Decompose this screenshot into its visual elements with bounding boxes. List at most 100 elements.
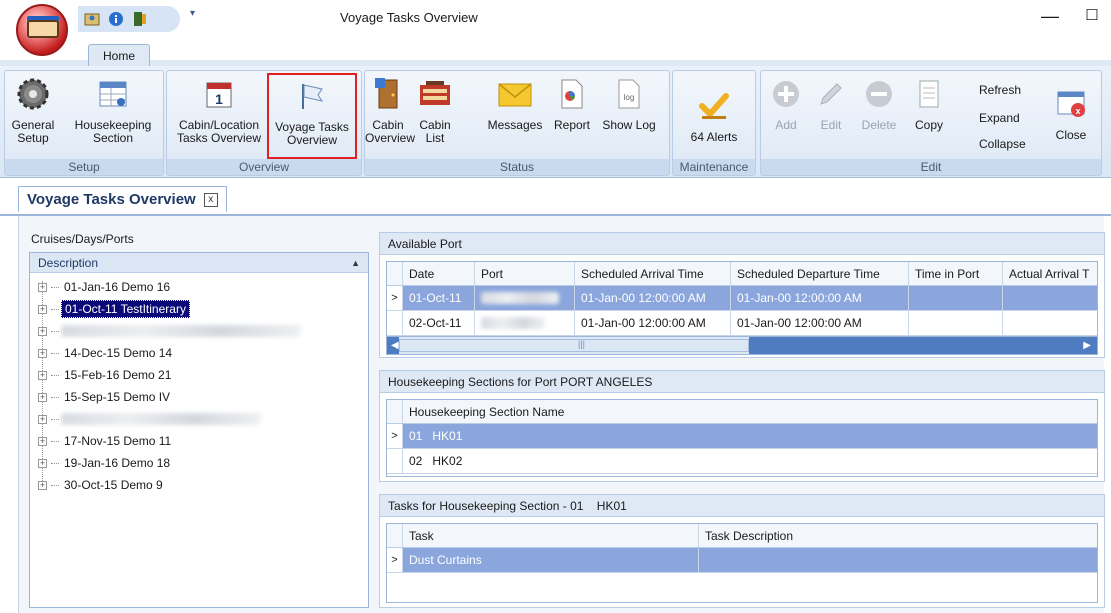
cabin-location-tasks-overview-button[interactable]: 1 Cabin/Location Tasks Overview xyxy=(171,75,267,145)
time-in-port-cell[interactable] xyxy=(909,286,1003,310)
table-row[interactable]: > Dust Curtains xyxy=(387,548,1097,573)
delete-button[interactable]: Delete xyxy=(857,75,901,132)
actual-arrival-cell[interactable] xyxy=(1003,311,1097,335)
date-cell[interactable]: 01-Oct-11 xyxy=(403,286,475,310)
table-row[interactable]: > 01-Oct-11 01-Jan-00 12:00:00 AM 01-Jan… xyxy=(387,286,1097,311)
departure-cell[interactable]: 01-Jan-00 12:00:00 AM xyxy=(731,311,909,335)
cabin-location-label-2: Tasks Overview xyxy=(176,131,262,145)
application-menu-button[interactable] xyxy=(16,4,68,56)
expand-icon[interactable]: + xyxy=(38,370,47,380)
maximize-button[interactable]: ☐ xyxy=(1082,6,1102,26)
cabin-overview-label-2: Overview xyxy=(365,131,416,145)
time-in-port-cell[interactable] xyxy=(909,311,1003,335)
column-header[interactable]: Task xyxy=(403,524,699,547)
column-header[interactable]: Task Description xyxy=(699,524,1097,547)
close-tab-icon[interactable]: x xyxy=(203,192,218,207)
tree-item[interactable]: + 17-Nov-15 Demo 11 xyxy=(30,430,368,452)
show-log-button[interactable]: log Show Log xyxy=(597,75,661,132)
column-header[interactable]: Scheduled Arrival Time xyxy=(575,262,731,285)
tree-item[interactable]: + 15-Sep-15 Demo IV xyxy=(30,386,368,408)
grid-header: Date Port Scheduled Arrival Time Schedul… xyxy=(387,262,1097,286)
expand-icon[interactable]: + xyxy=(38,348,47,358)
tree-item[interactable]: + 15-Feb-16 Demo 21 xyxy=(30,364,368,386)
cabin-list-label-2: List xyxy=(425,131,445,145)
report-button[interactable]: Report xyxy=(549,75,595,132)
tree-item-selected[interactable]: + 01-Oct-11 TestItinerary xyxy=(30,298,368,320)
expand-icon[interactable]: + xyxy=(38,304,47,314)
available-port-panel: Available Port Date Port Scheduled Arriv… xyxy=(379,232,1105,358)
row-indicator-header xyxy=(387,524,403,547)
messages-button[interactable]: Messages xyxy=(485,75,545,132)
collapse-button[interactable]: Collapse xyxy=(979,137,1026,151)
close-button[interactable]: x Close xyxy=(1047,85,1095,142)
tree-item[interactable]: + xyxy=(30,320,368,342)
tree-item[interactable]: + xyxy=(30,408,368,430)
redacted-label xyxy=(61,413,261,425)
log-file-icon: log xyxy=(610,75,648,113)
tab-home[interactable]: Home xyxy=(88,44,150,68)
scroll-left-icon[interactable]: ◀ xyxy=(391,340,399,351)
expand-icon[interactable]: + xyxy=(38,326,47,336)
column-header[interactable]: Scheduled Departure Time xyxy=(731,262,909,285)
departure-cell[interactable]: 01-Jan-00 12:00:00 AM xyxy=(731,286,909,310)
scrollbar-thumb[interactable]: ||| xyxy=(399,339,749,352)
cabin-overview-button[interactable]: Cabin Overview xyxy=(365,75,416,145)
alerts-button[interactable]: 64 Alerts xyxy=(677,87,751,144)
qat-info-icon[interactable] xyxy=(106,9,126,29)
column-header[interactable]: Time in Port xyxy=(909,262,1003,285)
tree-dash xyxy=(51,418,59,420)
tree-item[interactable]: + 30-Oct-15 Demo 9 xyxy=(30,474,368,496)
column-header[interactable]: Port xyxy=(475,262,575,285)
table-row[interactable]: 02 HK02 xyxy=(387,449,1097,474)
add-button[interactable]: Add xyxy=(767,75,805,132)
column-header[interactable]: Housekeeping Section Name xyxy=(403,400,1097,423)
horizontal-scrollbar[interactable]: ◀ ||| ▶ xyxy=(387,336,1097,354)
housekeeping-section-button[interactable]: Housekeeping Section xyxy=(65,75,161,145)
cabin-list-button[interactable]: Cabin List xyxy=(415,75,455,145)
available-port-grid: Date Port Scheduled Arrival Time Schedul… xyxy=(386,261,1098,355)
copy-button[interactable]: Copy xyxy=(909,75,949,132)
expand-button[interactable]: Expand xyxy=(979,111,1020,125)
scroll-right-icon[interactable]: ▶ xyxy=(1083,340,1091,351)
expand-icon[interactable]: + xyxy=(38,480,47,490)
general-setup-button[interactable]: General Setup xyxy=(7,75,59,145)
date-cell[interactable]: 02-Oct-11 xyxy=(403,311,475,335)
scrollbar-track[interactable] xyxy=(749,337,1097,354)
expand-icon[interactable]: + xyxy=(38,392,47,402)
expand-icon[interactable]: + xyxy=(38,414,47,424)
column-header[interactable]: Date xyxy=(403,262,475,285)
general-setup-label-2: Setup xyxy=(17,131,49,145)
column-header[interactable]: Actual Arrival T xyxy=(1003,262,1097,285)
section-number: 02 xyxy=(409,454,423,468)
table-row[interactable]: 02-Oct-11 01-Jan-00 12:00:00 AM 01-Jan-0… xyxy=(387,311,1097,336)
edit-button[interactable]: Edit xyxy=(811,75,851,132)
housekeeping-sections-panel: Housekeeping Sections for Port PORT ANGE… xyxy=(379,370,1105,482)
tree-dash xyxy=(51,330,59,332)
tree-item[interactable]: + 14-Dec-15 Demo 14 xyxy=(30,342,368,364)
document-tab-voyage-tasks[interactable]: Voyage Tasks Overview x xyxy=(18,186,227,212)
qat-customize-dropdown-icon[interactable]: ▾ xyxy=(190,8,195,19)
qat-user-icon[interactable] xyxy=(82,9,102,29)
arrival-cell[interactable]: 01-Jan-00 12:00:00 AM xyxy=(575,311,731,335)
port-cell[interactable] xyxy=(475,311,575,335)
arrival-cell[interactable]: 01-Jan-00 12:00:00 AM xyxy=(575,286,731,310)
tree-column-header[interactable]: Description ▲ xyxy=(30,253,368,273)
tree-item[interactable]: + 01-Jan-16 Demo 16 xyxy=(30,276,368,298)
expand-icon[interactable]: + xyxy=(38,282,47,292)
redacted-label xyxy=(481,292,559,304)
section-name-cell[interactable]: 01 HK01 xyxy=(403,424,1097,448)
tree-item[interactable]: + 19-Jan-16 Demo 18 xyxy=(30,452,368,474)
minimize-button[interactable]: — xyxy=(1040,6,1060,26)
refresh-button[interactable]: Refresh xyxy=(979,83,1021,97)
expand-icon[interactable]: + xyxy=(38,436,47,446)
expand-icon[interactable]: + xyxy=(38,458,47,468)
task-description-cell[interactable] xyxy=(699,548,1097,572)
actual-arrival-cell[interactable] xyxy=(1003,286,1097,310)
section-name-cell[interactable]: 02 HK02 xyxy=(403,449,1097,473)
table-row[interactable]: > 01 HK01 xyxy=(387,424,1097,449)
qat-exit-icon[interactable] xyxy=(130,9,150,29)
row-indicator: > xyxy=(387,424,403,448)
port-cell[interactable] xyxy=(475,286,575,310)
task-cell[interactable]: Dust Curtains xyxy=(403,548,699,572)
voyage-tasks-overview-button[interactable]: Voyage Tasks Overview xyxy=(267,73,357,159)
